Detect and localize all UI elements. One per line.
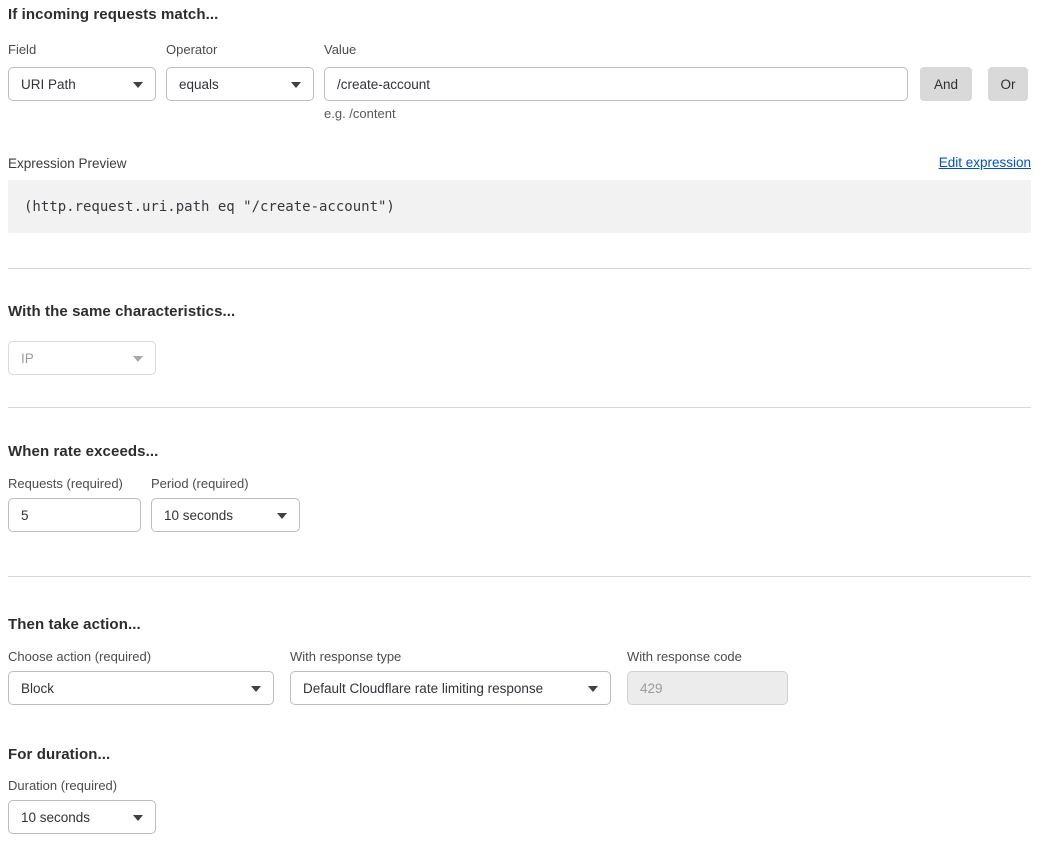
chevron-down-icon [133,356,143,362]
response-type-select-value: Default Cloudflare rate limiting respons… [303,681,543,696]
action-section-title: Then take action... [8,616,141,633]
field-select-value: URI Path [21,77,76,92]
chevron-down-icon [251,686,261,692]
period-select[interactable]: 10 seconds [151,498,300,532]
value-label: Value [324,42,356,57]
characteristic-select[interactable]: IP [8,341,156,375]
response-type-label: With response type [290,649,401,664]
match-section-title: If incoming requests match... [8,6,218,23]
choose-action-label: Choose action (required) [8,649,151,664]
field-label: Field [8,42,36,57]
operator-label: Operator [166,42,217,57]
period-select-value: 10 seconds [164,508,233,523]
duration-section-title: For duration... [8,746,110,763]
duration-select-value: 10 seconds [21,810,90,825]
value-helper-text: e.g. /content [324,106,396,121]
response-code-label: With response code [627,649,742,664]
or-button[interactable]: Or [988,67,1028,101]
response-code-input [627,671,788,705]
characteristic-select-value: IP [21,351,34,366]
characteristics-section-title: With the same characteristics... [8,303,235,320]
section-divider [8,268,1031,269]
section-divider [8,407,1031,408]
duration-label: Duration (required) [8,778,117,793]
requests-input[interactable] [8,498,141,532]
chevron-down-icon [588,686,598,692]
expression-code-block: (http.request.uri.path eq "/create-accou… [8,180,1031,233]
choose-action-select-value: Block [21,681,54,696]
chevron-down-icon [133,82,143,88]
chevron-down-icon [133,815,143,821]
chevron-down-icon [291,82,301,88]
rate-section-title: When rate exceeds... [8,443,158,460]
expression-preview-label: Expression Preview [8,156,127,171]
period-label: Period (required) [151,476,249,491]
choose-action-select[interactable]: Block [8,671,274,705]
response-type-select[interactable]: Default Cloudflare rate limiting respons… [290,671,611,705]
expression-code: (http.request.uri.path eq "/create-accou… [24,199,395,215]
operator-select-value: equals [179,77,219,92]
requests-label: Requests (required) [8,476,123,491]
and-button[interactable]: And [920,67,972,101]
duration-select[interactable]: 10 seconds [8,800,156,834]
section-divider [8,576,1031,577]
value-input[interactable] [324,67,908,101]
chevron-down-icon [277,513,287,519]
edit-expression-link[interactable]: Edit expression [939,155,1031,170]
operator-select[interactable]: equals [166,67,314,101]
field-select[interactable]: URI Path [8,67,156,101]
